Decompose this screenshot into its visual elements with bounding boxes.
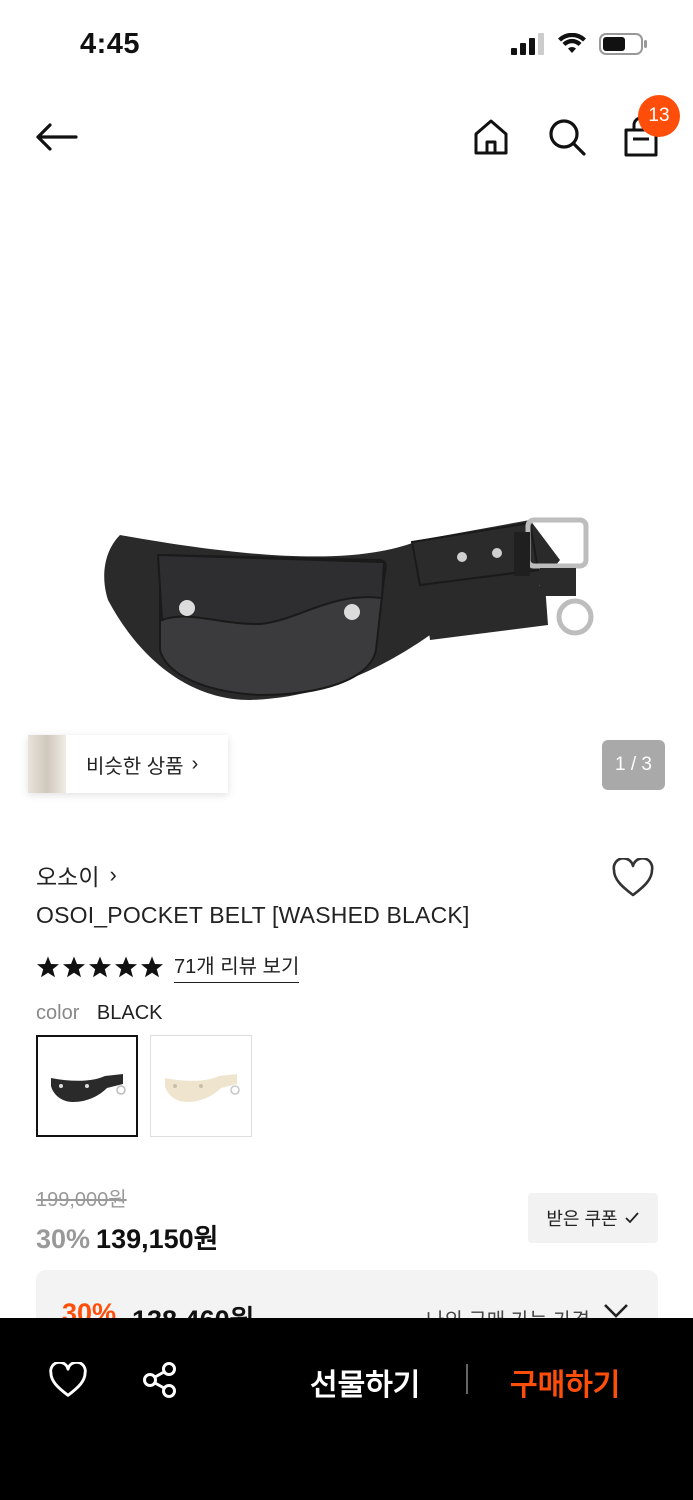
color-row: color BLACK (36, 1002, 163, 1025)
chevron-right-icon: › (109, 862, 117, 887)
wifi-icon (558, 33, 586, 53)
share-icon (143, 1362, 176, 1398)
status-bar: 4:45 (0, 0, 693, 90)
back-button[interactable] (30, 114, 82, 160)
share-button[interactable] (138, 1358, 182, 1402)
price-row: 30% 139,150원 (36, 1217, 219, 1256)
similar-products-button[interactable]: 비슷한 상품 › (28, 735, 228, 793)
star-icon (141, 956, 163, 977)
status-icons (511, 32, 647, 56)
heart-icon (612, 858, 654, 897)
star-icon (115, 956, 137, 977)
product-title: OSOI_POCKET BELT [WASHED BLACK] (36, 902, 470, 928)
received-coupon-button[interactable]: 받은 쿠폰 (528, 1193, 658, 1243)
bottom-wishlist-button[interactable] (46, 1358, 90, 1402)
original-price: 199,000원 (36, 1189, 127, 1211)
heart-icon (49, 1362, 87, 1397)
divider (466, 1364, 468, 1394)
cart-count-badge: 13 (638, 95, 680, 137)
star-icon (37, 956, 59, 977)
pocket-belt-image (104, 517, 594, 700)
signal-icon (511, 33, 544, 55)
image-page-indicator: 1 / 3 (602, 740, 665, 790)
chevron-right-icon: › (191, 752, 199, 775)
rating-row: 71개 리뷰 보기 (36, 950, 300, 983)
brand-name: 오소이 (36, 864, 100, 890)
gift-button[interactable]: 선물하기 (310, 1360, 420, 1404)
color-swatch-cream[interactable] (150, 1035, 252, 1137)
brand-link[interactable]: 오소이 › (36, 858, 117, 892)
status-time: 4:45 (80, 28, 141, 60)
star-icon (89, 956, 111, 977)
back-arrow-icon (36, 123, 78, 151)
rating-stars (36, 955, 164, 979)
battery-icon (599, 33, 647, 55)
view-reviews-link[interactable]: 71개 리뷰 보기 (174, 950, 300, 983)
similar-product-thumbnail (28, 735, 66, 793)
black-belt-thumbnail (51, 1074, 126, 1102)
product-image[interactable] (0, 180, 693, 820)
home-button[interactable] (466, 112, 516, 162)
search-button[interactable] (542, 112, 592, 162)
color-swatch-black[interactable] (36, 1035, 138, 1137)
home-icon (474, 119, 508, 155)
cream-belt-thumbnail (165, 1074, 240, 1102)
wishlist-button[interactable] (610, 855, 656, 901)
star-icon (63, 956, 85, 977)
sale-price: 139,150원 (96, 1224, 219, 1254)
similar-products-label: 비슷한 상품 (86, 755, 184, 778)
buy-button[interactable]: 구매하기 (510, 1360, 620, 1404)
coupon-label: 받은 쿠폰 (546, 1209, 618, 1229)
discount-rate: 30% (36, 1224, 91, 1254)
color-label: color (36, 1002, 80, 1024)
bottom-action-bar: 선물하기 구매하기 (0, 1318, 693, 1500)
selected-color: BLACK (96, 1002, 163, 1024)
checkmark-icon (624, 1212, 639, 1224)
search-icon (549, 119, 586, 156)
top-nav: 13 (0, 95, 693, 174)
chevron-down-icon (604, 1304, 628, 1318)
